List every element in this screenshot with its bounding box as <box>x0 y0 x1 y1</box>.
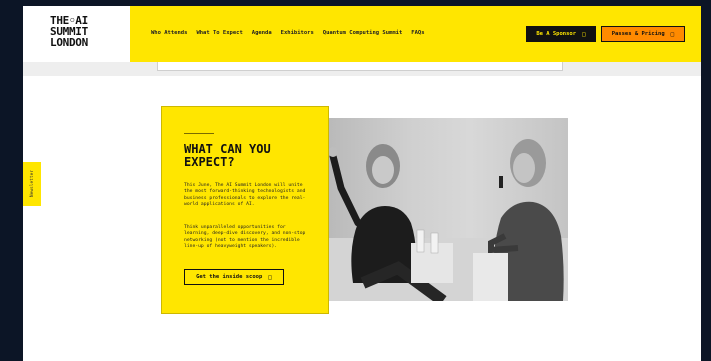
newsletter-tab-label: Newsletter <box>29 170 35 198</box>
nav-link-who-attends[interactable]: Who Attends <box>151 30 187 36</box>
webpage: THE◦AI SUMMIT LONDON Who Attends What To… <box>23 6 701 361</box>
expect-paragraph-2: Think unparalleled opportunities for lea… <box>184 225 306 249</box>
top-navbar: Who Attends What To Expect Agenda Exhibi… <box>130 6 701 62</box>
logo-line-3: LONDON <box>50 36 88 49</box>
site-logo[interactable]: THE◦AI SUMMIT LONDON <box>23 6 130 62</box>
passes-pricing-button[interactable]: Passes & Pricing □ <box>601 26 685 42</box>
card-accent-line <box>184 133 214 134</box>
expect-paragraph-1: This June, The AI Summit London will uni… <box>184 183 306 207</box>
previous-section-card <box>157 62 563 71</box>
be-a-sponsor-button[interactable]: Be A Sponsor □ <box>526 26 596 42</box>
previous-section-strip <box>23 62 701 76</box>
water-glass-2 <box>430 232 439 254</box>
nav-link-agenda[interactable]: Agenda <box>252 30 272 36</box>
nav-link-faqs[interactable]: FAQs <box>411 30 424 36</box>
expect-card: WHAT CAN YOU EXPECT? This June, The AI S… <box>161 106 329 314</box>
left-speaker-face <box>372 156 394 184</box>
get-inside-scoop-label: Get the inside scoop <box>196 274 263 280</box>
box-icon: □ <box>582 30 586 38</box>
passes-pricing-label: Passes & Pricing <box>611 31 665 37</box>
speakers-photo <box>323 118 568 301</box>
nav-links: Who Attends What To Expect Agenda Exhibi… <box>151 30 425 36</box>
microphone <box>499 176 503 188</box>
get-inside-scoop-button[interactable]: Get the inside scoop □ <box>184 269 284 285</box>
logo-wordmark: THE◦AI SUMMIT LONDON <box>50 15 88 48</box>
chair <box>473 253 508 301</box>
nav-link-quantum-computing-summit[interactable]: Quantum Computing Summit <box>323 30 402 36</box>
box-icon: □ <box>670 30 675 38</box>
left-speaker-raised-arm <box>329 152 362 227</box>
nav-link-exhibitors[interactable]: Exhibitors <box>281 30 314 36</box>
left-speaker-hand <box>328 147 338 157</box>
be-a-sponsor-label: Be A Sponsor <box>536 31 577 37</box>
nav-link-what-to-expect[interactable]: What To Expect <box>196 30 242 36</box>
water-glass-1 <box>416 229 425 253</box>
newsletter-side-tab[interactable]: Newsletter <box>23 162 41 206</box>
expect-heading: WHAT CAN YOU EXPECT? <box>184 142 271 169</box>
right-speaker-face <box>513 153 535 183</box>
speakers-illustration <box>323 139 568 301</box>
box-icon: □ <box>268 273 272 281</box>
